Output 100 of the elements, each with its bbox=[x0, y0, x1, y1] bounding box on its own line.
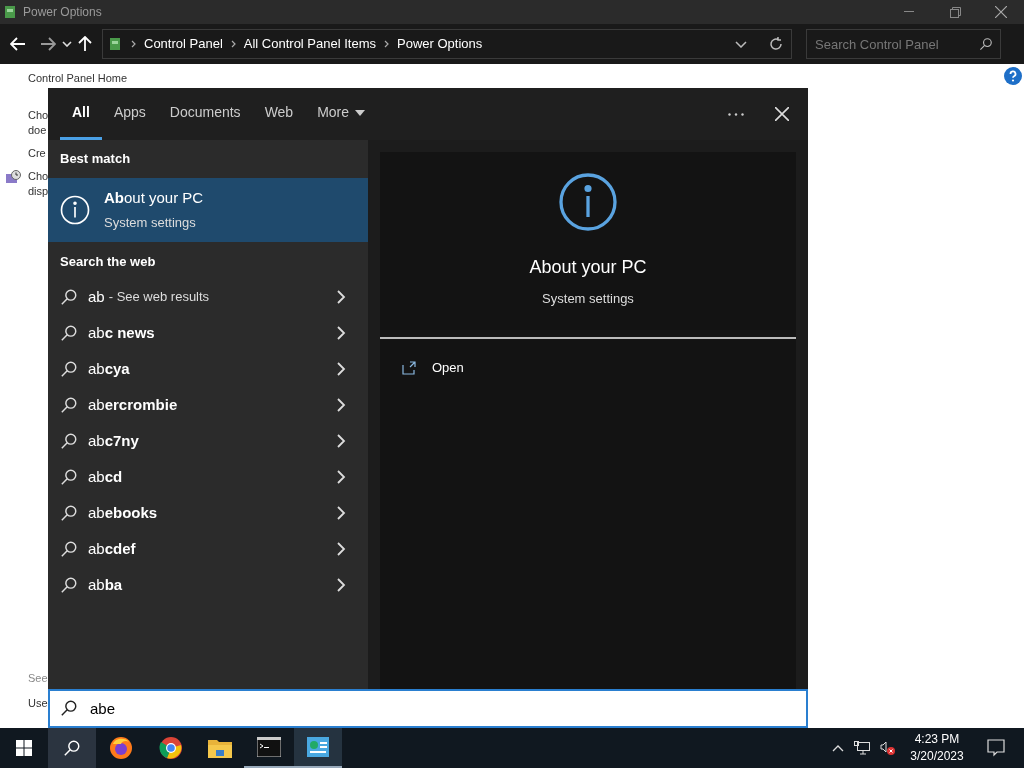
muted-speaker-icon[interactable] bbox=[880, 740, 896, 756]
web-suggestion[interactable]: abc news bbox=[48, 315, 368, 351]
help-icon[interactable] bbox=[1004, 67, 1022, 85]
caret-icon bbox=[355, 109, 366, 116]
restore-icon bbox=[949, 6, 961, 18]
forward-icon[interactable] bbox=[40, 37, 56, 51]
control-panel-icon bbox=[307, 737, 329, 757]
filter-tab[interactable]: Web bbox=[252, 88, 306, 140]
chevron-right-icon bbox=[336, 362, 346, 376]
best-match-item[interactable]: About your PC System settings bbox=[48, 177, 368, 242]
search-icon bbox=[979, 37, 993, 51]
breadcrumb[interactable]: Control Panel bbox=[144, 34, 223, 54]
clock-time[interactable]: 4:23 PM bbox=[914, 731, 960, 748]
suggestion-hint: - See web results bbox=[108, 288, 210, 307]
sidebar-link[interactable]: Cre bbox=[28, 145, 46, 161]
search-icon bbox=[63, 739, 81, 757]
web-suggestion[interactable]: abercrombie bbox=[48, 387, 368, 423]
info-icon bbox=[60, 194, 90, 225]
suggestion-text: abcya bbox=[88, 358, 130, 379]
filter-tab[interactable]: More bbox=[305, 88, 378, 140]
section-heading: Search the web bbox=[59, 252, 157, 271]
search-taskbar-button[interactable] bbox=[48, 728, 96, 768]
search-box[interactable]: abe bbox=[48, 689, 808, 728]
open-window-icon bbox=[402, 360, 418, 375]
web-suggestion[interactable]: abc7ny bbox=[48, 423, 368, 459]
web-suggestion[interactable]: abcd bbox=[48, 459, 368, 495]
close-icon bbox=[775, 107, 789, 121]
see-also-heading: See bbox=[28, 671, 48, 686]
power-options-icon bbox=[107, 36, 123, 52]
web-suggestion[interactable]: abcdef bbox=[48, 531, 368, 567]
search-icon bbox=[60, 468, 78, 486]
close-icon bbox=[995, 6, 1007, 18]
search-icon bbox=[60, 288, 78, 306]
terminal-icon bbox=[257, 737, 281, 757]
suggestion-text: abba bbox=[88, 574, 123, 595]
minimize-icon bbox=[904, 11, 914, 13]
filter-tab[interactable]: Apps bbox=[101, 88, 158, 140]
chevron-right-icon bbox=[336, 542, 346, 556]
suggestion-text: ab bbox=[88, 286, 105, 307]
search-icon bbox=[60, 540, 78, 558]
chevron-right-icon bbox=[384, 40, 389, 48]
window-title: Power Options bbox=[23, 4, 102, 21]
chevron-right-icon bbox=[336, 434, 346, 448]
dropdown-icon[interactable] bbox=[62, 41, 72, 47]
chrome-icon bbox=[159, 736, 183, 760]
search-field[interactable]: Search Control Panel bbox=[806, 29, 1001, 59]
sidebar-link[interactable]: Use bbox=[28, 694, 48, 711]
sidebar-link[interactable]: Cho bbox=[28, 107, 49, 123]
suggestion-text: abebooks bbox=[88, 502, 158, 523]
chevron-right-icon bbox=[336, 290, 346, 304]
firefox-icon bbox=[109, 736, 133, 760]
sidebar-link[interactable]: disp bbox=[28, 183, 49, 199]
chevron-right-icon bbox=[336, 578, 346, 592]
sidebar-link[interactable]: Control Panel Home bbox=[28, 70, 128, 87]
up-icon[interactable] bbox=[78, 36, 92, 52]
address-bar[interactable]: Control Panel All Control Panel Items Power Options bbox=[102, 29, 792, 59]
breadcrumb[interactable]: Power Options bbox=[397, 34, 483, 54]
control-panel-taskbar-button[interactable] bbox=[294, 728, 342, 768]
web-suggestion[interactable]: abebooks bbox=[48, 495, 368, 531]
web-suggestion[interactable]: abcya bbox=[48, 351, 368, 387]
filter-tab[interactable]: Documents bbox=[157, 88, 253, 140]
ellipsis-icon bbox=[728, 112, 744, 116]
suggestion-text: abc7ny bbox=[88, 430, 139, 451]
chevron-right-icon bbox=[131, 40, 136, 48]
network-icon[interactable] bbox=[854, 741, 870, 755]
info-icon bbox=[558, 172, 618, 232]
chevron-right-icon bbox=[336, 326, 346, 340]
search-icon bbox=[60, 396, 78, 414]
search-icon bbox=[60, 432, 78, 450]
search-icon bbox=[60, 699, 78, 717]
result-title: About your PC bbox=[104, 187, 204, 208]
sidebar-link[interactable]: Cho bbox=[28, 168, 49, 184]
result-subtitle: System settings bbox=[104, 214, 197, 232]
refresh-icon[interactable] bbox=[769, 37, 783, 51]
folder-icon bbox=[208, 738, 232, 758]
suggestion-text: abercrombie bbox=[88, 394, 178, 415]
chevron-right-icon bbox=[336, 470, 346, 484]
sidebar-link[interactable]: doe bbox=[28, 122, 47, 138]
clock-date[interactable]: 3/20/2023 bbox=[910, 748, 964, 765]
back-icon[interactable] bbox=[10, 37, 26, 51]
section-heading: Best match bbox=[59, 150, 132, 168]
speech-bubble-icon bbox=[987, 739, 1005, 757]
open-action[interactable]: Open bbox=[380, 338, 796, 397]
chevron-right-icon bbox=[230, 40, 236, 48]
chevron-up-icon[interactable] bbox=[832, 744, 844, 752]
suggestion-text: abcdef bbox=[88, 538, 136, 559]
preview-title: About your PC bbox=[529, 256, 647, 279]
suggestion-text: abc news bbox=[88, 322, 155, 343]
chevron-right-icon bbox=[336, 506, 346, 520]
search-icon bbox=[60, 576, 78, 594]
preview-subtitle: System settings bbox=[542, 290, 634, 308]
web-suggestion[interactable]: ab - See web results bbox=[48, 279, 368, 315]
dropdown-icon[interactable] bbox=[735, 40, 747, 48]
breadcrumb[interactable]: All Control Panel Items bbox=[243, 34, 376, 54]
search-icon bbox=[60, 360, 78, 378]
power-options-icon bbox=[2, 4, 18, 20]
suggestion-text: abcd bbox=[88, 466, 123, 487]
search-icon bbox=[60, 324, 78, 342]
web-suggestion[interactable]: abba bbox=[48, 567, 368, 603]
search-icon bbox=[60, 504, 78, 522]
